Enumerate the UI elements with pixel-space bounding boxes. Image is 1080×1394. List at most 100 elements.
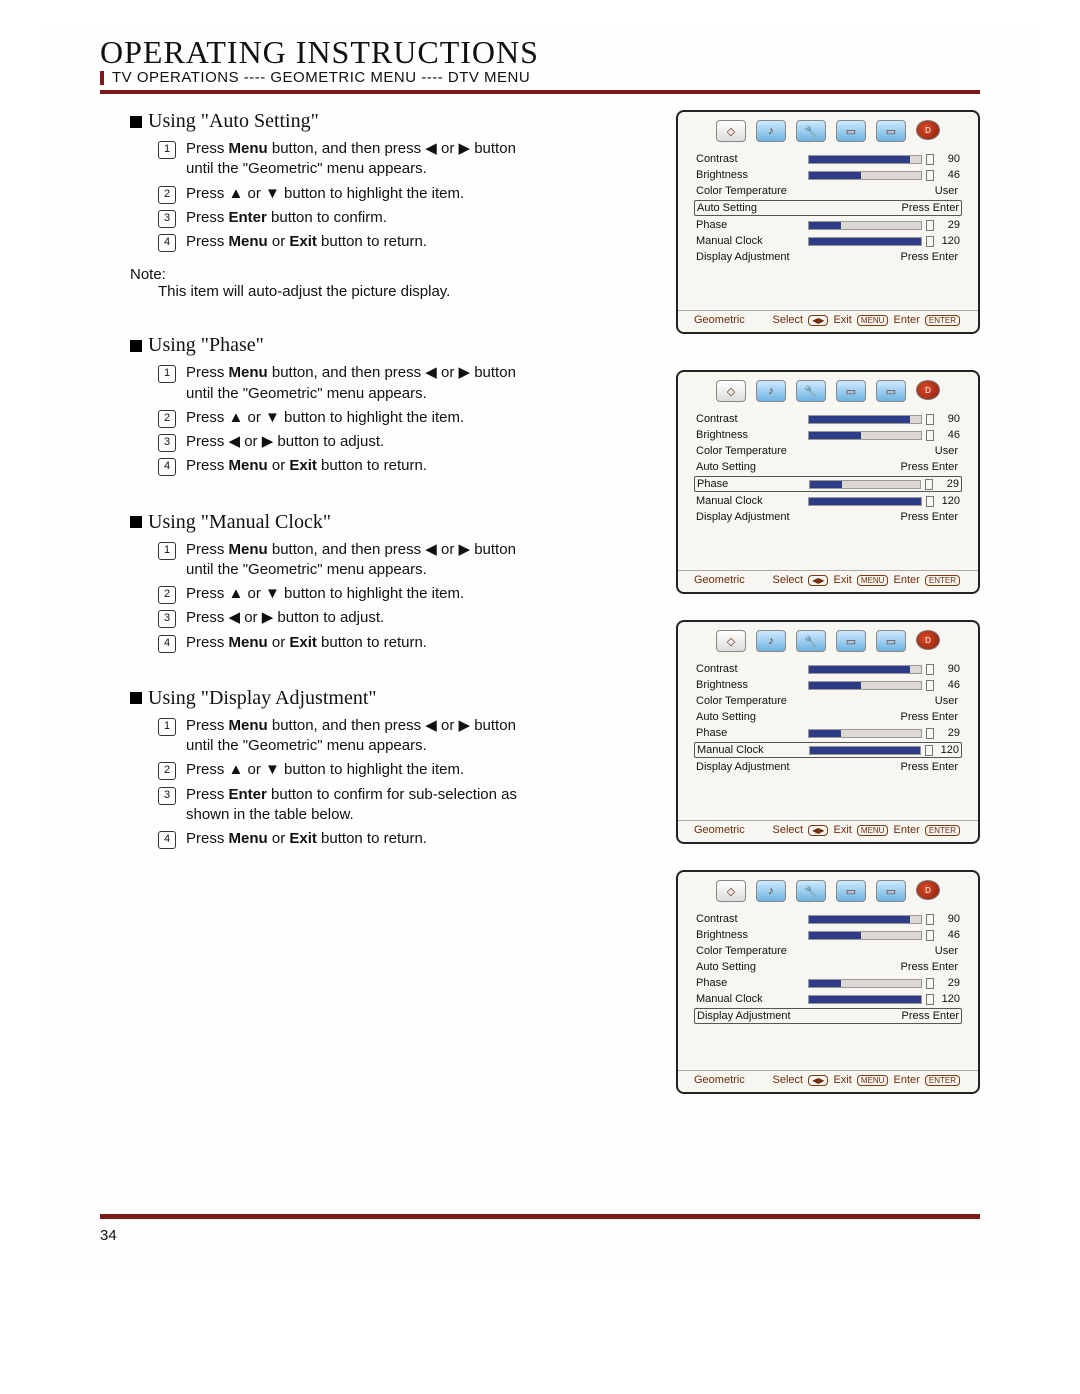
osd-row-label: Color Temperature <box>696 185 808 197</box>
footer-rule <box>100 1214 980 1219</box>
osd-bar <box>808 155 922 164</box>
osd-bar <box>808 931 922 940</box>
osd-row: Phase29 <box>694 726 962 740</box>
page-title: OPERATING INSTRUCTIONS <box>100 34 980 71</box>
osd-bar <box>809 746 921 755</box>
osd-bar <box>808 237 922 246</box>
osd-footer: Geometric Select ◀▶ Exit MENU Enter ENTER <box>678 310 978 332</box>
bullet-square-icon <box>130 116 142 128</box>
osd-row-value: 120 <box>938 235 960 247</box>
osd-body: Contrast90Brightness46Color TemperatureU… <box>678 910 978 1070</box>
step-text: Press Menu button, and then press ◀ or ▶… <box>186 139 528 180</box>
osd-tabs: ◇♪🔧▭▭D <box>678 372 978 410</box>
osd-row: Manual Clock 120 <box>694 234 962 248</box>
osd-bar-wrap: 120 <box>808 495 960 507</box>
osd-bar-wrap: 120 <box>808 993 960 1005</box>
page-number: 34 <box>100 1227 1040 1244</box>
osd-panel: ◇♪🔧▭▭DContrast90Brightness46Color Temper… <box>676 620 980 844</box>
osd-row-value: 120 <box>938 495 960 507</box>
osd-bar-wrap: 29 <box>808 727 960 739</box>
osd-row-label: Phase <box>696 219 808 231</box>
dtv-badge-icon: D <box>916 120 940 140</box>
note-block: Note:This item will auto-adjust the pict… <box>130 266 510 300</box>
breadcrumb: TV OPERATIONS ---- GEOMETRIC MENU ---- D… <box>112 69 530 86</box>
osd-footer-hints: Select ◀▶ Exit MENU Enter ENTER <box>773 314 963 326</box>
step-list: 1Press Menu button, and then press ◀ or … <box>158 716 528 850</box>
step-item: 3Press ◀ or ▶ button to adjust. <box>158 608 528 628</box>
osd-bar-handle <box>926 930 934 941</box>
step-list: 1 Press Menu button, and then press ◀ or … <box>158 363 528 476</box>
step-item: 2Press ▲ or ▼ button to highlight the it… <box>158 584 528 604</box>
osd-row-value: 90 <box>938 413 960 425</box>
step-text: Press Menu or Exit button to return. <box>186 232 427 252</box>
osd-row: Color TemperatureUser <box>694 444 962 458</box>
osd-tab: 🔧 <box>796 630 826 652</box>
osd-bar-handle <box>926 236 934 247</box>
osd-bar-wrap: 29 <box>808 977 960 989</box>
osd-row-value: 46 <box>938 679 960 691</box>
step-text: Press Enter button to confirm for sub-se… <box>186 785 528 826</box>
osd-row: Phase29 <box>694 976 962 990</box>
osd-bar-handle <box>925 479 933 490</box>
osd-row: Color TemperatureUser <box>694 694 962 708</box>
osd-bar-wrap: 29 <box>808 219 960 231</box>
osd-tab: ♪ <box>756 380 786 402</box>
step-text: Press Menu button, and then press ◀ or ▶… <box>186 363 528 404</box>
osd-row: Display AdjustmentPress Enter <box>694 760 962 774</box>
bullet-square-icon <box>130 340 142 352</box>
step-number: 4 <box>158 458 176 476</box>
osd-row-value: 46 <box>938 929 960 941</box>
step-item: 3Press Enter button to confirm for sub-s… <box>158 785 528 826</box>
osd-tab: ▭ <box>876 880 906 902</box>
osd-bar <box>808 221 922 230</box>
osd-body: Contrast 90 Brightness46 Color TemperatureU… <box>678 410 978 570</box>
step-number: 3 <box>158 210 176 228</box>
step-text: Press ▲ or ▼ button to highlight the ite… <box>186 584 464 604</box>
step-number: 1 <box>158 365 176 383</box>
step-number: 2 <box>158 186 176 204</box>
step-text: Press ▲ or ▼ button to highlight the ite… <box>186 184 464 204</box>
osd-row-label: Contrast <box>696 413 808 425</box>
osd-footer-title: Geometric <box>694 574 745 586</box>
osd-row-value: Press Enter <box>808 251 958 263</box>
osd-tab: ♪ <box>756 630 786 652</box>
osd-tab: ▭ <box>836 630 866 652</box>
header-rule <box>100 90 980 94</box>
osd-row: Phase29 <box>694 218 962 232</box>
osd-footer-title: Geometric <box>694 314 745 326</box>
step-text: Press Menu or Exit button to return. <box>186 633 427 653</box>
step-text: Press ▲ or ▼ button to highlight the ite… <box>186 408 464 428</box>
osd-bar-handle <box>926 664 934 675</box>
osd-row: Display AdjustmentPress Enter <box>694 510 962 524</box>
step-list: 1Press Menu button, and then press ◀ or … <box>158 139 528 252</box>
osd-row: Auto SettingPress Enter <box>694 710 962 724</box>
osd-row-label: Manual Clock <box>696 235 808 247</box>
bullet-square-icon <box>130 516 142 528</box>
osd-bar-wrap: 46 <box>808 929 960 941</box>
osd-row: Contrast 90 <box>694 412 962 426</box>
osd-body: Contrast90Brightness46Color TemperatureU… <box>678 150 978 310</box>
osd-bar-wrap: 90 <box>808 153 960 165</box>
osd-row-label: Color Temperature <box>696 695 808 707</box>
osd-row: Brightness46 <box>694 678 962 692</box>
osd-row: Brightness46 <box>694 428 962 442</box>
osd-row-value: 29 <box>937 478 959 490</box>
osd-footer: GeometricSelect ◀▶ Exit MENU Enter ENTER <box>678 570 978 592</box>
osd-row-label: Manual Clock <box>696 993 808 1005</box>
step-number: 4 <box>158 831 176 849</box>
step-text: Press Menu button, and then press ◀ or ▶… <box>186 716 528 757</box>
osd-row-value: 90 <box>938 153 960 165</box>
osd-row-value: Press Enter <box>809 202 959 214</box>
osd-row-label: Phase <box>696 727 808 739</box>
osd-row-value: User <box>808 695 958 707</box>
osd-bar-wrap: 46 <box>808 429 960 441</box>
step-item: 4Press Menu or Exit button to return. <box>158 633 528 653</box>
osd-bar-handle <box>926 220 934 231</box>
osd-row: Contrast90 <box>694 152 962 166</box>
osd-footer-hints: Select ◀▶ Exit MENU Enter ENTER <box>773 824 963 836</box>
section-title: Using "Phase" <box>148 334 264 357</box>
osd-row-value: Press Enter <box>808 711 958 723</box>
osd-tab: ◇ <box>716 120 746 142</box>
osd-bar-wrap: 120 <box>808 235 960 247</box>
osd-tab: ◇ <box>716 380 746 402</box>
